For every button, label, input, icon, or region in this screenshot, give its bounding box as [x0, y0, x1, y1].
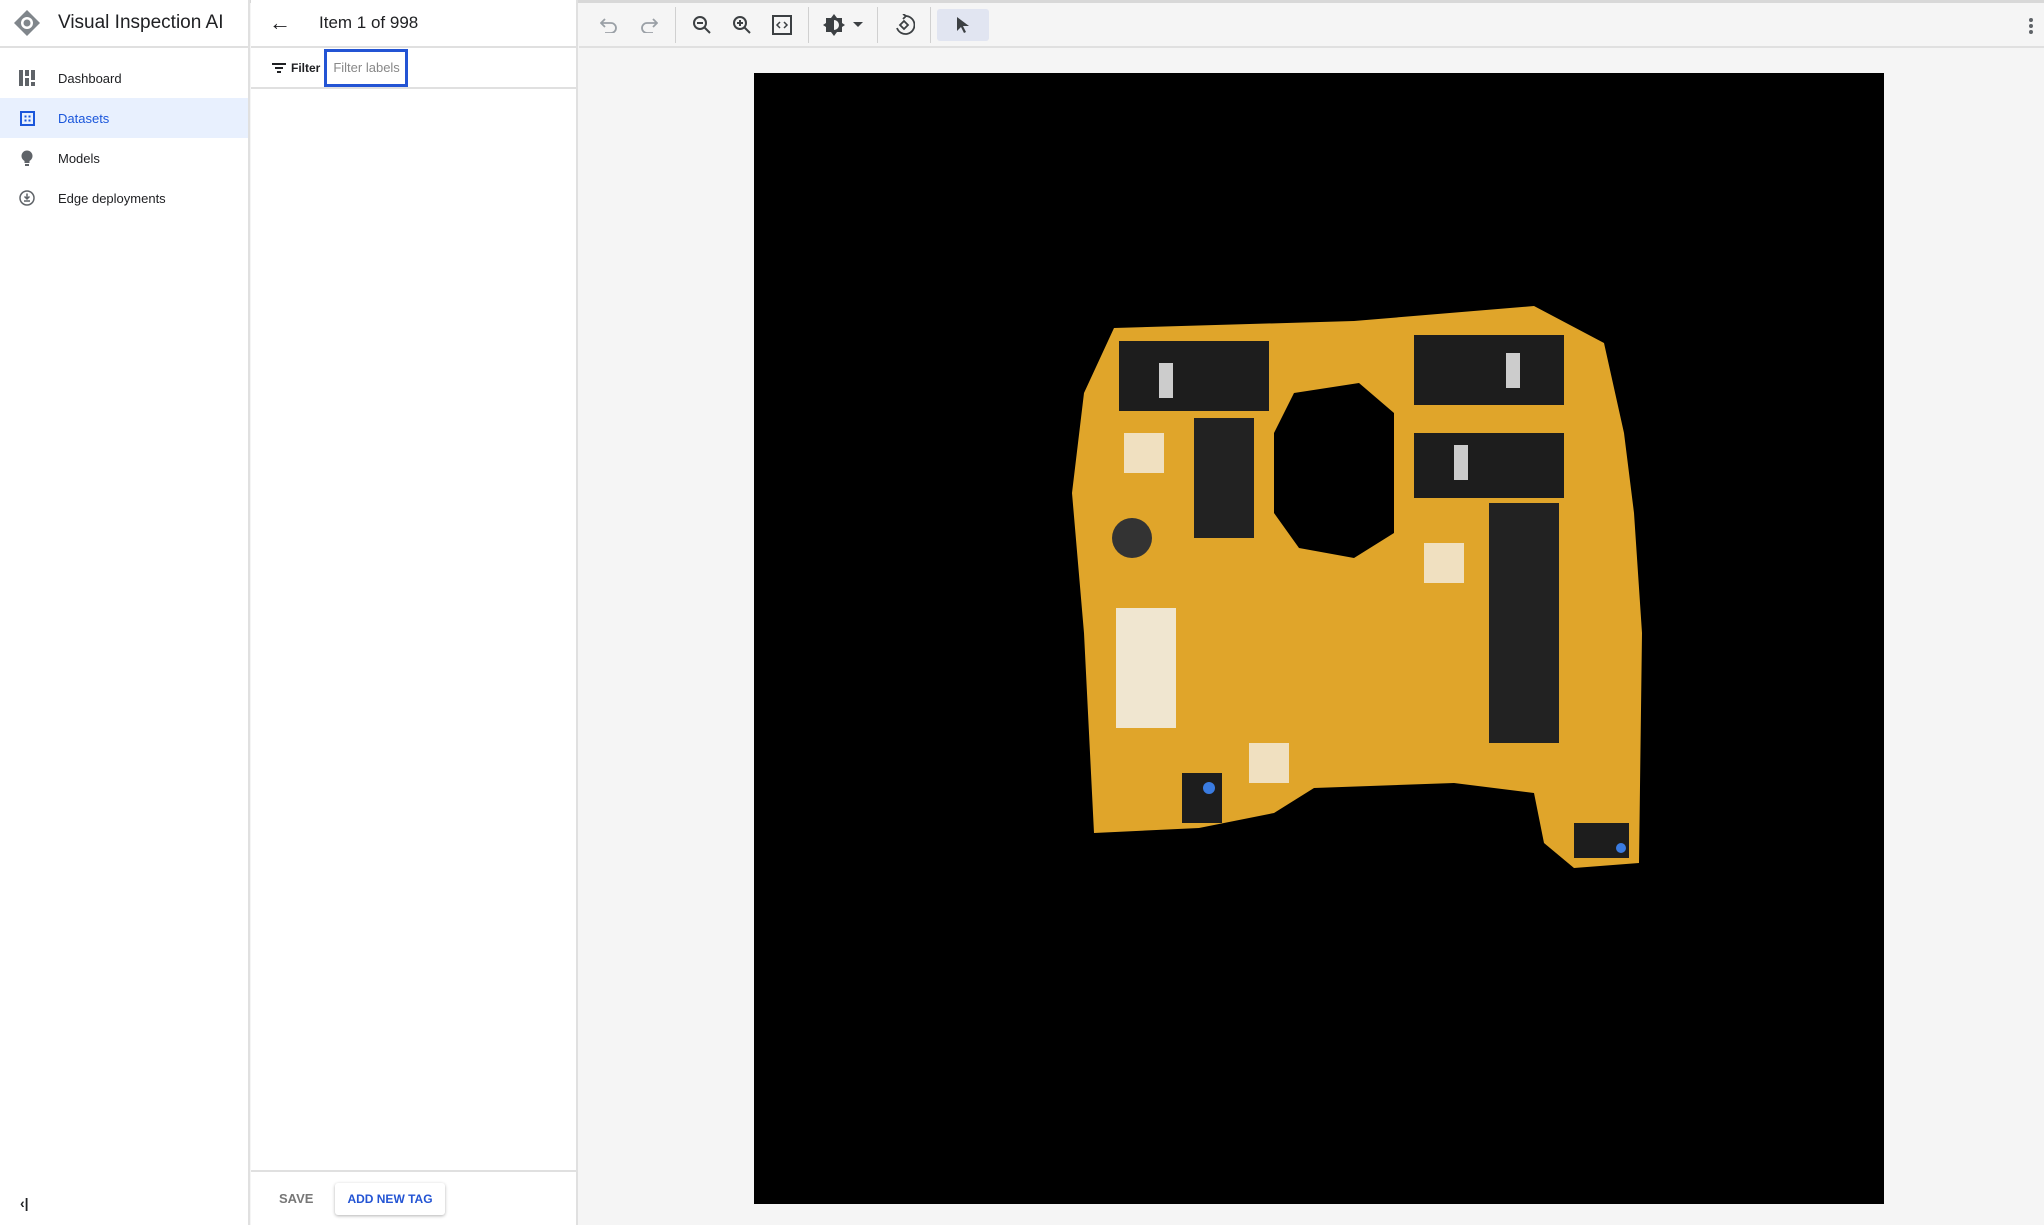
brightness-icon: [823, 13, 845, 36]
collapse-sidebar-icon[interactable]: ‹|: [20, 1195, 29, 1211]
filter-icon: [272, 62, 286, 73]
sidebar-item-label: Datasets: [58, 110, 110, 126]
redo-button[interactable]: [629, 9, 669, 41]
pcb-image: [1072, 306, 1642, 868]
back-arrow-icon[interactable]: ←: [269, 10, 293, 36]
dashboard-icon: [18, 69, 36, 87]
sidebar-item-label: Models: [58, 150, 100, 166]
reset-rotation-button[interactable]: [884, 9, 924, 41]
toolbar-divider: [808, 6, 809, 43]
sidebar-item-label: Dashboard: [58, 70, 122, 86]
sidebar-item-label: Edge deployments: [58, 190, 166, 206]
chevron-down-icon: [853, 21, 863, 27]
labels-panel: ← Item 1 of 998 Filter SAVE ADD NEW TAG: [251, 0, 578, 1225]
app-title: Visual Inspection AI: [58, 12, 224, 33]
filter-labels-input[interactable]: [324, 48, 409, 87]
redo-icon: [641, 17, 658, 33]
fit-screen-icon: [772, 14, 792, 35]
select-tool-button[interactable]: [937, 8, 989, 41]
visual-inspection-logo: [14, 10, 40, 36]
datasets-icon: [18, 109, 36, 127]
add-new-tag-button[interactable]: ADD NEW TAG: [335, 1182, 445, 1215]
image-canvas[interactable]: [754, 73, 1884, 1204]
brand: Visual Inspection AI: [0, 0, 248, 48]
toolbar-divider: [675, 6, 676, 43]
save-button[interactable]: SAVE: [279, 1191, 313, 1206]
lightbulb-icon: [18, 149, 36, 167]
edge-deploy-icon: [18, 189, 36, 207]
brightness-dropdown[interactable]: [815, 9, 871, 41]
zoom-in-button[interactable]: [722, 9, 762, 41]
rotate-icon: [896, 13, 915, 35]
sidebar-item-edge-deployments[interactable]: Edge deployments: [0, 178, 248, 218]
fit-to-screen-button[interactable]: [762, 9, 802, 41]
item-counter: Item 1 of 998: [319, 13, 419, 32]
sidebar-item-dashboard[interactable]: Dashboard: [0, 58, 248, 98]
zoom-out-icon: [693, 15, 711, 34]
sidebar-item-datasets[interactable]: Datasets: [0, 98, 248, 138]
filter-label: Filter: [291, 60, 321, 75]
cursor-icon: [957, 16, 969, 33]
toolbar-divider: [877, 6, 878, 43]
zoom-in-icon: [733, 15, 751, 34]
undo-icon: [600, 17, 617, 33]
sidebar: Visual Inspection AI Dashboard Datasets …: [0, 0, 250, 1225]
undo-button[interactable]: [589, 9, 629, 41]
sidebar-item-models[interactable]: Models: [0, 138, 248, 178]
zoom-out-button[interactable]: [682, 9, 722, 41]
image-toolbar: [579, 3, 2044, 48]
toolbar-divider: [930, 6, 931, 43]
more-options-icon[interactable]: [2028, 17, 2034, 40]
